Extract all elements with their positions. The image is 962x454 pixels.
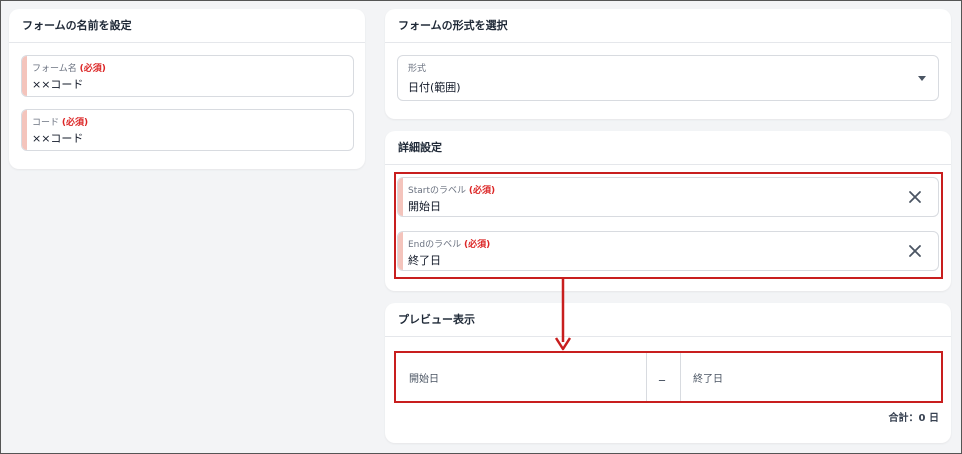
form-name-value: ××コード [32, 78, 84, 91]
form-name-card: フォームの名前を設定 フォーム名 (必須) ××コード コード (必須) ××コ… [9, 9, 365, 169]
form-code-value: ××コード [32, 132, 84, 145]
form-name-card-title: フォームの名前を設定 [9, 9, 365, 43]
form-name-label: フォーム名 (必須) [32, 64, 106, 74]
form-type-card-title: フォームの形式を選択 [385, 9, 951, 43]
detail-fields-highlight [394, 172, 943, 279]
required-mark: (必須) [79, 64, 106, 74]
detail-card-title: 詳細設定 [385, 131, 951, 165]
chevron-down-icon [918, 76, 926, 81]
required-mark: (必須) [61, 118, 89, 128]
total-days: 合計：0 日 [888, 413, 939, 424]
form-type-label: 形式 [408, 64, 427, 74]
form-type-value: 日付(範囲) [408, 81, 461, 94]
preview-card-title: プレビュー表示 [385, 303, 951, 337]
form-name-field[interactable]: フォーム名 (必須) ××コード [21, 55, 354, 97]
form-code-field[interactable]: コード (必須) ××コード [21, 109, 354, 151]
form-code-label: コード (必須) [32, 118, 89, 128]
connector-arrow-icon [554, 278, 572, 351]
preview-highlight [394, 351, 943, 403]
form-type-select[interactable]: 形式 日付(範囲) [397, 55, 939, 101]
form-type-card: フォームの形式を選択 形式 日付(範囲) [385, 9, 951, 119]
